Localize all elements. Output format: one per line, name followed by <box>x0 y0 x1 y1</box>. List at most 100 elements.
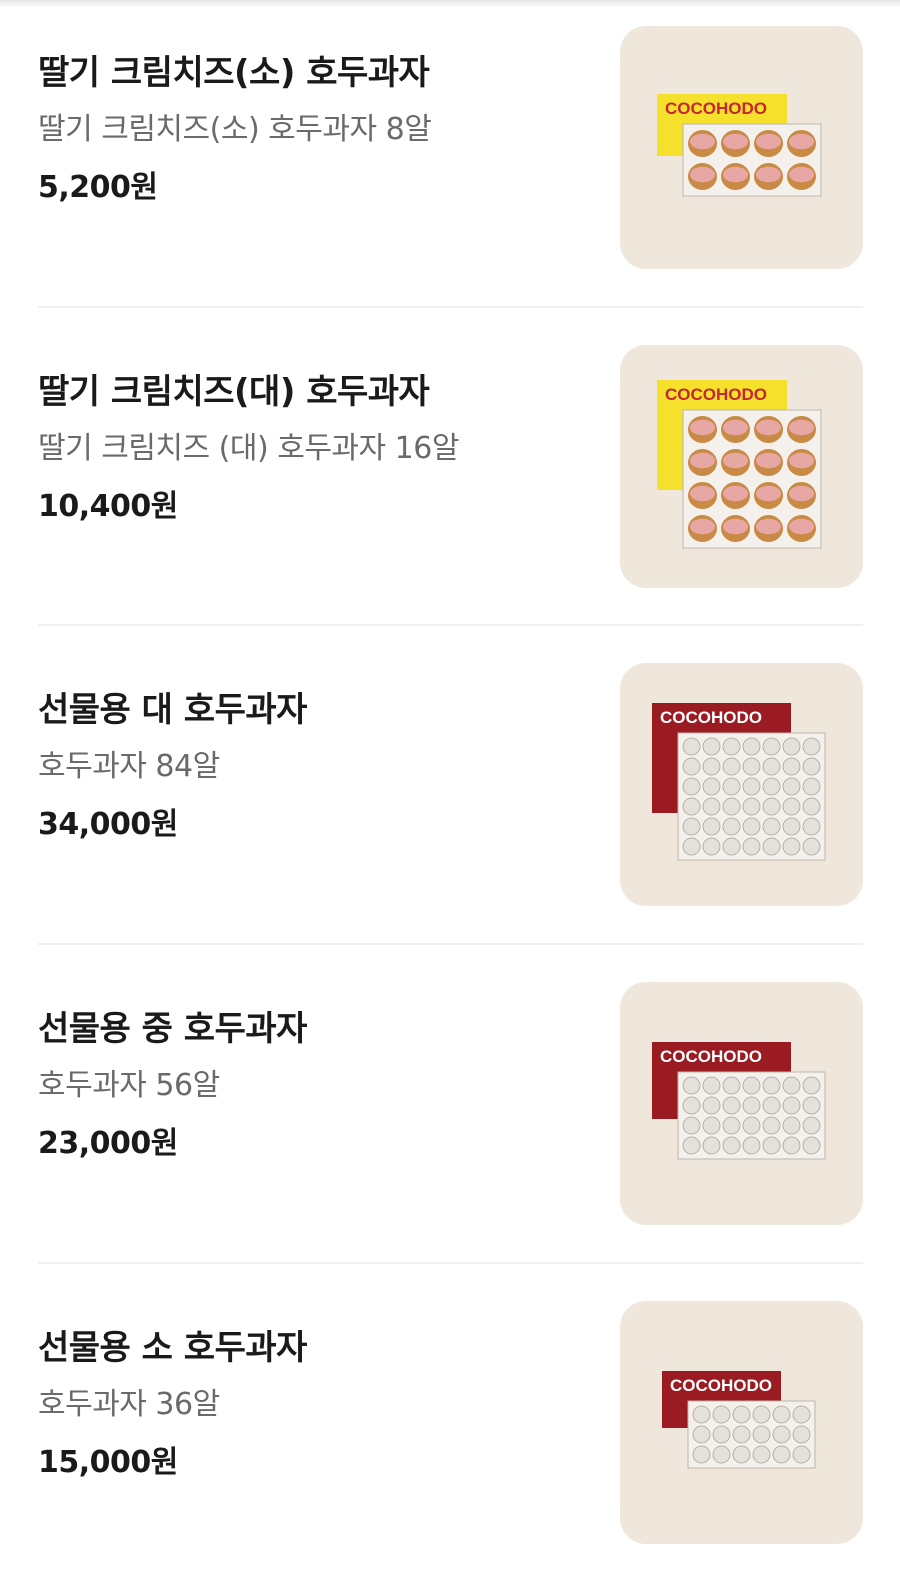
walnut-cake <box>802 737 821 756</box>
item-name: 딸기 크림치즈(소) 호두과자 <box>38 53 430 93</box>
walnut-cake <box>682 1096 701 1115</box>
menu-item[interactable]: 선물용 대 호두과자 호두과자 84알 34,000원 COCOHODO <box>38 637 863 906</box>
walnut-cake <box>802 837 821 856</box>
cream-filling <box>789 485 814 502</box>
walnut-cake <box>802 1116 821 1135</box>
item-description: 딸기 크림치즈(소) 호두과자 8알 <box>38 112 432 147</box>
walnut-cake <box>802 1096 821 1115</box>
walnut-cake <box>762 797 781 816</box>
menu-item[interactable]: 딸기 크림치즈(대) 호두과자 딸기 크림치즈 (대) 호두과자 16알 10,… <box>38 319 863 588</box>
walnut-cake <box>802 1076 821 1095</box>
divider <box>38 306 863 308</box>
walnut-cake <box>762 1136 781 1155</box>
item-price: 23,000원 <box>38 1126 178 1161</box>
menu-item[interactable]: 선물용 소 호두과자 호두과자 36알 15,000원 COCOHODO <box>38 1275 863 1544</box>
walnut-cake <box>712 1445 731 1464</box>
walnut-cake <box>682 1076 701 1095</box>
walnut-cake <box>742 1116 761 1135</box>
product-box-image: COCOHODO <box>652 703 826 861</box>
walnut-cake <box>722 1076 741 1095</box>
item-description: 호두과자 36알 <box>38 1387 220 1422</box>
item-thumbnail[interactable]: COCOHODO <box>620 26 863 269</box>
walnut-cake <box>782 777 801 796</box>
walnut-cake <box>782 1076 801 1095</box>
walnut-cake <box>752 1405 771 1424</box>
item-thumbnail[interactable]: COCOHODO <box>620 982 863 1225</box>
walnut-cake <box>782 737 801 756</box>
item-price: 10,400원 <box>38 489 178 524</box>
walnut-cake <box>722 837 741 856</box>
walnut-cake <box>702 1136 721 1155</box>
item-description: 호두과자 84알 <box>38 749 220 784</box>
walnut-cake <box>772 1405 791 1424</box>
walnut-cake <box>692 1445 711 1464</box>
cream-filling <box>789 419 814 436</box>
walnut-cake <box>722 797 741 816</box>
cream-filling <box>723 133 748 150</box>
walnut-cake <box>702 797 721 816</box>
walnut-cake <box>682 777 701 796</box>
cream-filling <box>756 485 781 502</box>
walnut-cake <box>802 757 821 776</box>
item-name: 선물용 소 호두과자 <box>38 1328 307 1368</box>
brand-logo: COCOHODO <box>660 1047 762 1066</box>
divider <box>38 943 863 945</box>
item-thumbnail[interactable]: COCOHODO <box>620 1301 863 1544</box>
walnut-cake <box>742 737 761 756</box>
walnut-cake <box>692 1405 711 1424</box>
walnut-cake <box>702 1076 721 1095</box>
walnut-cake <box>682 1136 701 1155</box>
walnut-cake <box>702 757 721 776</box>
item-name: 딸기 크림치즈(대) 호두과자 <box>38 372 430 412</box>
walnut-cake <box>732 1425 751 1444</box>
walnut-cake <box>722 817 741 836</box>
divider <box>38 624 863 626</box>
walnut-cake <box>782 797 801 816</box>
cream-filling <box>756 419 781 436</box>
cream-filling <box>756 166 781 183</box>
walnut-cake <box>802 817 821 836</box>
walnut-cake <box>732 1405 751 1424</box>
walnut-cake <box>712 1405 731 1424</box>
cream-filling <box>723 419 748 436</box>
brand-logo: COCOHODO <box>660 708 762 727</box>
item-thumbnail[interactable]: COCOHODO <box>620 663 863 906</box>
cream-filling <box>690 485 715 502</box>
cream-filling <box>690 133 715 150</box>
item-price: 15,000원 <box>38 1445 178 1480</box>
walnut-cake <box>692 1425 711 1444</box>
cream-filling <box>789 166 814 183</box>
cream-filling <box>789 133 814 150</box>
walnut-cake <box>682 797 701 816</box>
walnut-cake <box>762 817 781 836</box>
cream-filling <box>690 419 715 436</box>
cream-filling <box>690 452 715 469</box>
walnut-cake <box>782 1136 801 1155</box>
menu-item[interactable]: 딸기 크림치즈(소) 호두과자 딸기 크림치즈(소) 호두과자 8알 5,200… <box>38 0 863 269</box>
walnut-cake <box>792 1425 811 1444</box>
walnut-cake <box>762 777 781 796</box>
menu-item[interactable]: 선물용 중 호두과자 호두과자 56알 23,000원 COCOHODO <box>38 956 863 1225</box>
item-name: 선물용 중 호두과자 <box>38 1009 307 1049</box>
walnut-cake <box>782 757 801 776</box>
walnut-cake <box>712 1425 731 1444</box>
walnut-cake <box>682 837 701 856</box>
walnut-cake <box>732 1445 751 1464</box>
brand-logo: COCOHODO <box>670 1376 772 1395</box>
walnut-cake <box>782 1096 801 1115</box>
walnut-cake <box>722 777 741 796</box>
item-price: 34,000원 <box>38 807 178 842</box>
walnut-cake <box>762 1096 781 1115</box>
item-description: 호두과자 56알 <box>38 1068 220 1103</box>
walnut-cake <box>792 1405 811 1424</box>
cream-filling <box>723 485 748 502</box>
walnut-cake <box>742 797 761 816</box>
product-box-image: COCOHODO <box>662 1371 816 1469</box>
cream-filling <box>789 452 814 469</box>
walnut-cake <box>682 817 701 836</box>
item-thumbnail[interactable]: COCOHODO <box>620 345 863 588</box>
divider <box>38 1262 863 1264</box>
cream-filling <box>756 518 781 535</box>
cream-filling <box>690 166 715 183</box>
walnut-cake <box>792 1445 811 1464</box>
